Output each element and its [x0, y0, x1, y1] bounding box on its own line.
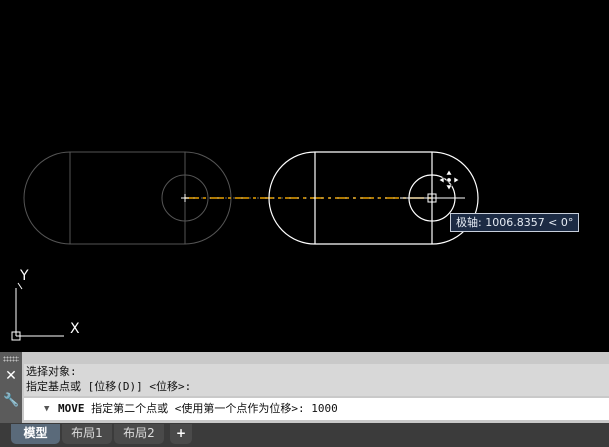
tab-layout2[interactable]: 布局2	[114, 424, 164, 444]
tab-model[interactable]: 模型	[11, 424, 60, 444]
command-name: MOVE	[58, 402, 85, 415]
command-line-panel: ✕ 🔧 选择对象: 指定基点或 [位移(D)] <位移>: ▼ MOVE 指定第…	[0, 352, 609, 423]
original-slot-outline	[23, 151, 232, 245]
close-icon[interactable]: ✕	[3, 367, 19, 385]
base-point-marker	[181, 194, 189, 202]
command-input[interactable]: ▼ MOVE 指定第二个点或 <使用第一个点作为位移>: 1000	[24, 398, 609, 420]
drawing-canvas[interactable]: Y X 极轴: 1006.8357 < 0°	[0, 0, 609, 352]
wrench-icon[interactable]: 🔧	[3, 392, 19, 410]
tab-layout1[interactable]: 布局1	[62, 424, 112, 444]
grip-dots[interactable]	[3, 356, 19, 362]
command-line-grip[interactable]: ✕ 🔧	[0, 352, 22, 423]
polar-tracking-tooltip: 极轴: 1006.8357 < 0°	[450, 213, 580, 232]
chevron-down-icon[interactable]: ▼	[44, 398, 49, 420]
ucs-x-label: X	[70, 321, 80, 337]
history-line: 选择对象:	[26, 365, 77, 378]
command-history: 选择对象: 指定基点或 [位移(D)] <位移>:	[24, 364, 609, 396]
move-cursor-icon	[438, 169, 460, 191]
command-input-value[interactable]: 1000	[311, 402, 338, 415]
command-prompt: MOVE 指定第二个点或 <使用第一个点作为位移>: 1000	[58, 398, 338, 420]
layout-tab-bar: 模型 布局1 布局2 +	[0, 423, 609, 447]
command-prompt-text: 指定第二个点或 <使用第一个点作为位移>:	[91, 402, 305, 415]
add-layout-button[interactable]: +	[170, 424, 192, 444]
ucs-icon	[11, 282, 64, 341]
ucs-y-label: Y	[19, 268, 29, 284]
history-line: 指定基点或 [位移(D)] <位移>:	[26, 380, 192, 393]
drawing-svg[interactable]: Y X	[0, 0, 609, 352]
original-object	[23, 151, 232, 245]
